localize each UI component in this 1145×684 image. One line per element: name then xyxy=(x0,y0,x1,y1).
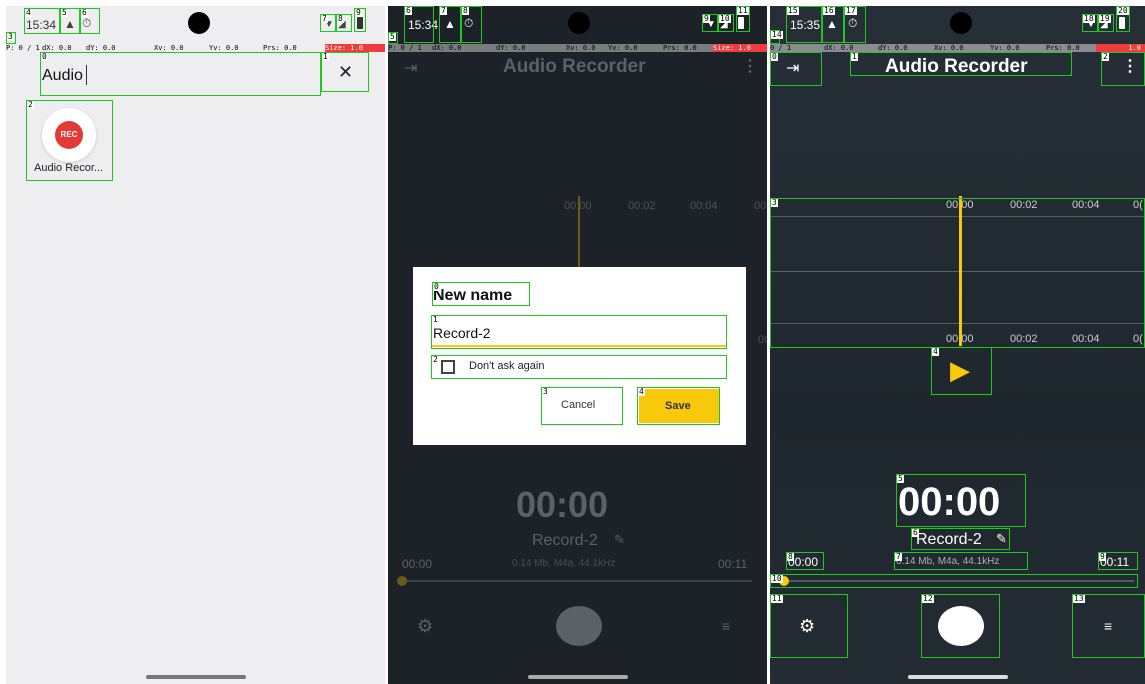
battery-icon xyxy=(357,17,363,29)
home-indicator[interactable] xyxy=(908,675,1008,679)
time-start: 00:00 xyxy=(788,555,819,569)
wifi-icon: ▼ xyxy=(324,19,334,30)
warning-icon: ▲ xyxy=(64,17,76,31)
checkbox-box xyxy=(441,360,455,374)
recorder-dialog-screen: 15:34 ▲ ⏱ ▼ ◢ P: 0 / 1 dX: 0.0 dY: 0.0 X… xyxy=(388,6,767,684)
app-title: Audio Recorder xyxy=(885,56,1028,77)
save-button[interactable]: Save xyxy=(639,389,719,423)
list-icon[interactable]: ≡ xyxy=(1104,618,1112,634)
waveform-baseline xyxy=(770,271,1145,272)
rec-icon: REC xyxy=(55,121,83,149)
play-icon: ▶ xyxy=(950,355,970,385)
home-indicator[interactable] xyxy=(528,675,628,679)
app-title: Audio Recorder xyxy=(503,56,646,77)
overflow-menu-icon[interactable]: ⋮ xyxy=(742,56,758,76)
signal-icon: ◢ xyxy=(338,19,346,30)
search-input[interactable]: Audio xyxy=(40,52,320,96)
dont-ask-checkbox[interactable]: Don't ask again xyxy=(431,355,727,379)
seek-bar[interactable] xyxy=(400,580,752,582)
record-button[interactable] xyxy=(938,606,984,646)
battery-icon xyxy=(738,17,744,29)
ruler-bottom xyxy=(770,323,1145,324)
waveform-area[interactable]: 00:00 00:02 00:04 0( 00:00 00:02 00:04 0… xyxy=(770,196,1145,346)
camera-cutout xyxy=(950,12,972,34)
debug-overlay: P: 0 / 1 dX: 0.0 dY: 0.0 Xv: 0.0 Yv: 0.0… xyxy=(6,44,385,52)
list-icon[interactable]: ≡ xyxy=(722,618,730,634)
seek-thumb[interactable] xyxy=(397,576,407,586)
search-input-value: Audio xyxy=(42,67,83,84)
settings-icon[interactable]: ⚙ xyxy=(417,616,433,637)
recorder-main-screen: 15:35 ▲ ⏱ ▼ ◢ 0 / 1 dX: 0.0 dY: 0.0 Xv: … xyxy=(770,6,1145,684)
wifi-icon: ▼ xyxy=(706,19,716,30)
record-name[interactable]: Record-2 xyxy=(532,532,598,550)
timer-icon: ⏱ xyxy=(848,16,858,30)
signal-icon: ◢ xyxy=(720,19,728,30)
rename-dialog: New name Record-2 Don't ask again Cancel… xyxy=(413,267,746,445)
edit-icon[interactable]: ✎ xyxy=(614,532,625,548)
annotation-box: 5 xyxy=(388,32,398,44)
clear-search-icon[interactable]: ✕ xyxy=(338,62,353,83)
import-icon[interactable]: ⇥ xyxy=(786,58,799,78)
app-audio-recorder[interactable]: REC Audio Recor... xyxy=(26,102,112,182)
file-info: 0.14 Mb, M4a, 44.1kHz xyxy=(896,556,1000,567)
overflow-menu-icon[interactable]: ⋮ xyxy=(1122,56,1138,76)
camera-cutout xyxy=(568,12,590,34)
playhead xyxy=(959,196,962,346)
timer-icon: ⏱ xyxy=(464,16,474,30)
home-indicator[interactable] xyxy=(146,675,246,679)
timer-display: 00:00 xyxy=(898,480,1001,524)
time-end: 00:11 xyxy=(718,557,748,571)
app-icon: REC xyxy=(42,108,96,162)
name-input-value: Record-2 xyxy=(433,325,491,341)
cancel-button[interactable]: Cancel xyxy=(541,387,623,423)
status-time: 15:34 xyxy=(408,18,439,32)
ruler-top xyxy=(770,216,1145,230)
import-icon[interactable]: ⇥ xyxy=(404,58,417,78)
camera-cutout xyxy=(188,12,210,34)
edit-icon[interactable]: ✎ xyxy=(996,531,1007,547)
annotation-box: 14 xyxy=(770,30,783,44)
status-time: 15:34 xyxy=(26,18,57,32)
dialog-title: New name xyxy=(433,287,513,304)
battery-icon xyxy=(1119,17,1125,29)
text-cursor xyxy=(86,65,87,85)
record-name[interactable]: Record-2 xyxy=(916,531,982,549)
debug-overlay: P: 0 / 1 dX: 0.0 dY: 0.0 Xv: 0.0 Yv: 0.0… xyxy=(388,44,767,52)
launcher-screen: 15:34 ▲ ⏱ ▼ ◢ P: 0 / 1 dX: 0.0 dY: 0.0 X… xyxy=(6,6,385,684)
seek-bar[interactable] xyxy=(782,580,1134,582)
timer-display: 00:00 xyxy=(516,484,609,525)
checkbox-label: Don't ask again xyxy=(469,360,545,372)
warning-icon: ▲ xyxy=(444,17,456,31)
annotation-box: 3 xyxy=(6,32,16,44)
play-button[interactable]: ▶ xyxy=(932,347,992,395)
time-start: 00:00 xyxy=(402,557,433,571)
status-time: 15:35 xyxy=(790,18,821,32)
settings-icon[interactable]: ⚙ xyxy=(799,616,815,637)
file-info: 0.14 Mb, M4a, 44.1kHz xyxy=(512,558,616,569)
time-end: 00:11 xyxy=(1100,555,1130,569)
warning-icon: ▲ xyxy=(826,17,838,31)
timer-icon: ⏱ xyxy=(82,16,92,30)
debug-overlay: 0 / 1 dX: 0.0 dY: 0.0 Xv: 0.0 Yv: 0.0 Pr… xyxy=(770,44,1145,52)
record-button[interactable] xyxy=(556,606,602,646)
app-label: Audio Recor... xyxy=(34,162,104,174)
name-input[interactable]: Record-2 xyxy=(431,317,727,347)
seek-thumb[interactable] xyxy=(779,576,789,586)
signal-icon: ◢ xyxy=(1100,19,1108,30)
wifi-icon: ▼ xyxy=(1086,19,1096,30)
